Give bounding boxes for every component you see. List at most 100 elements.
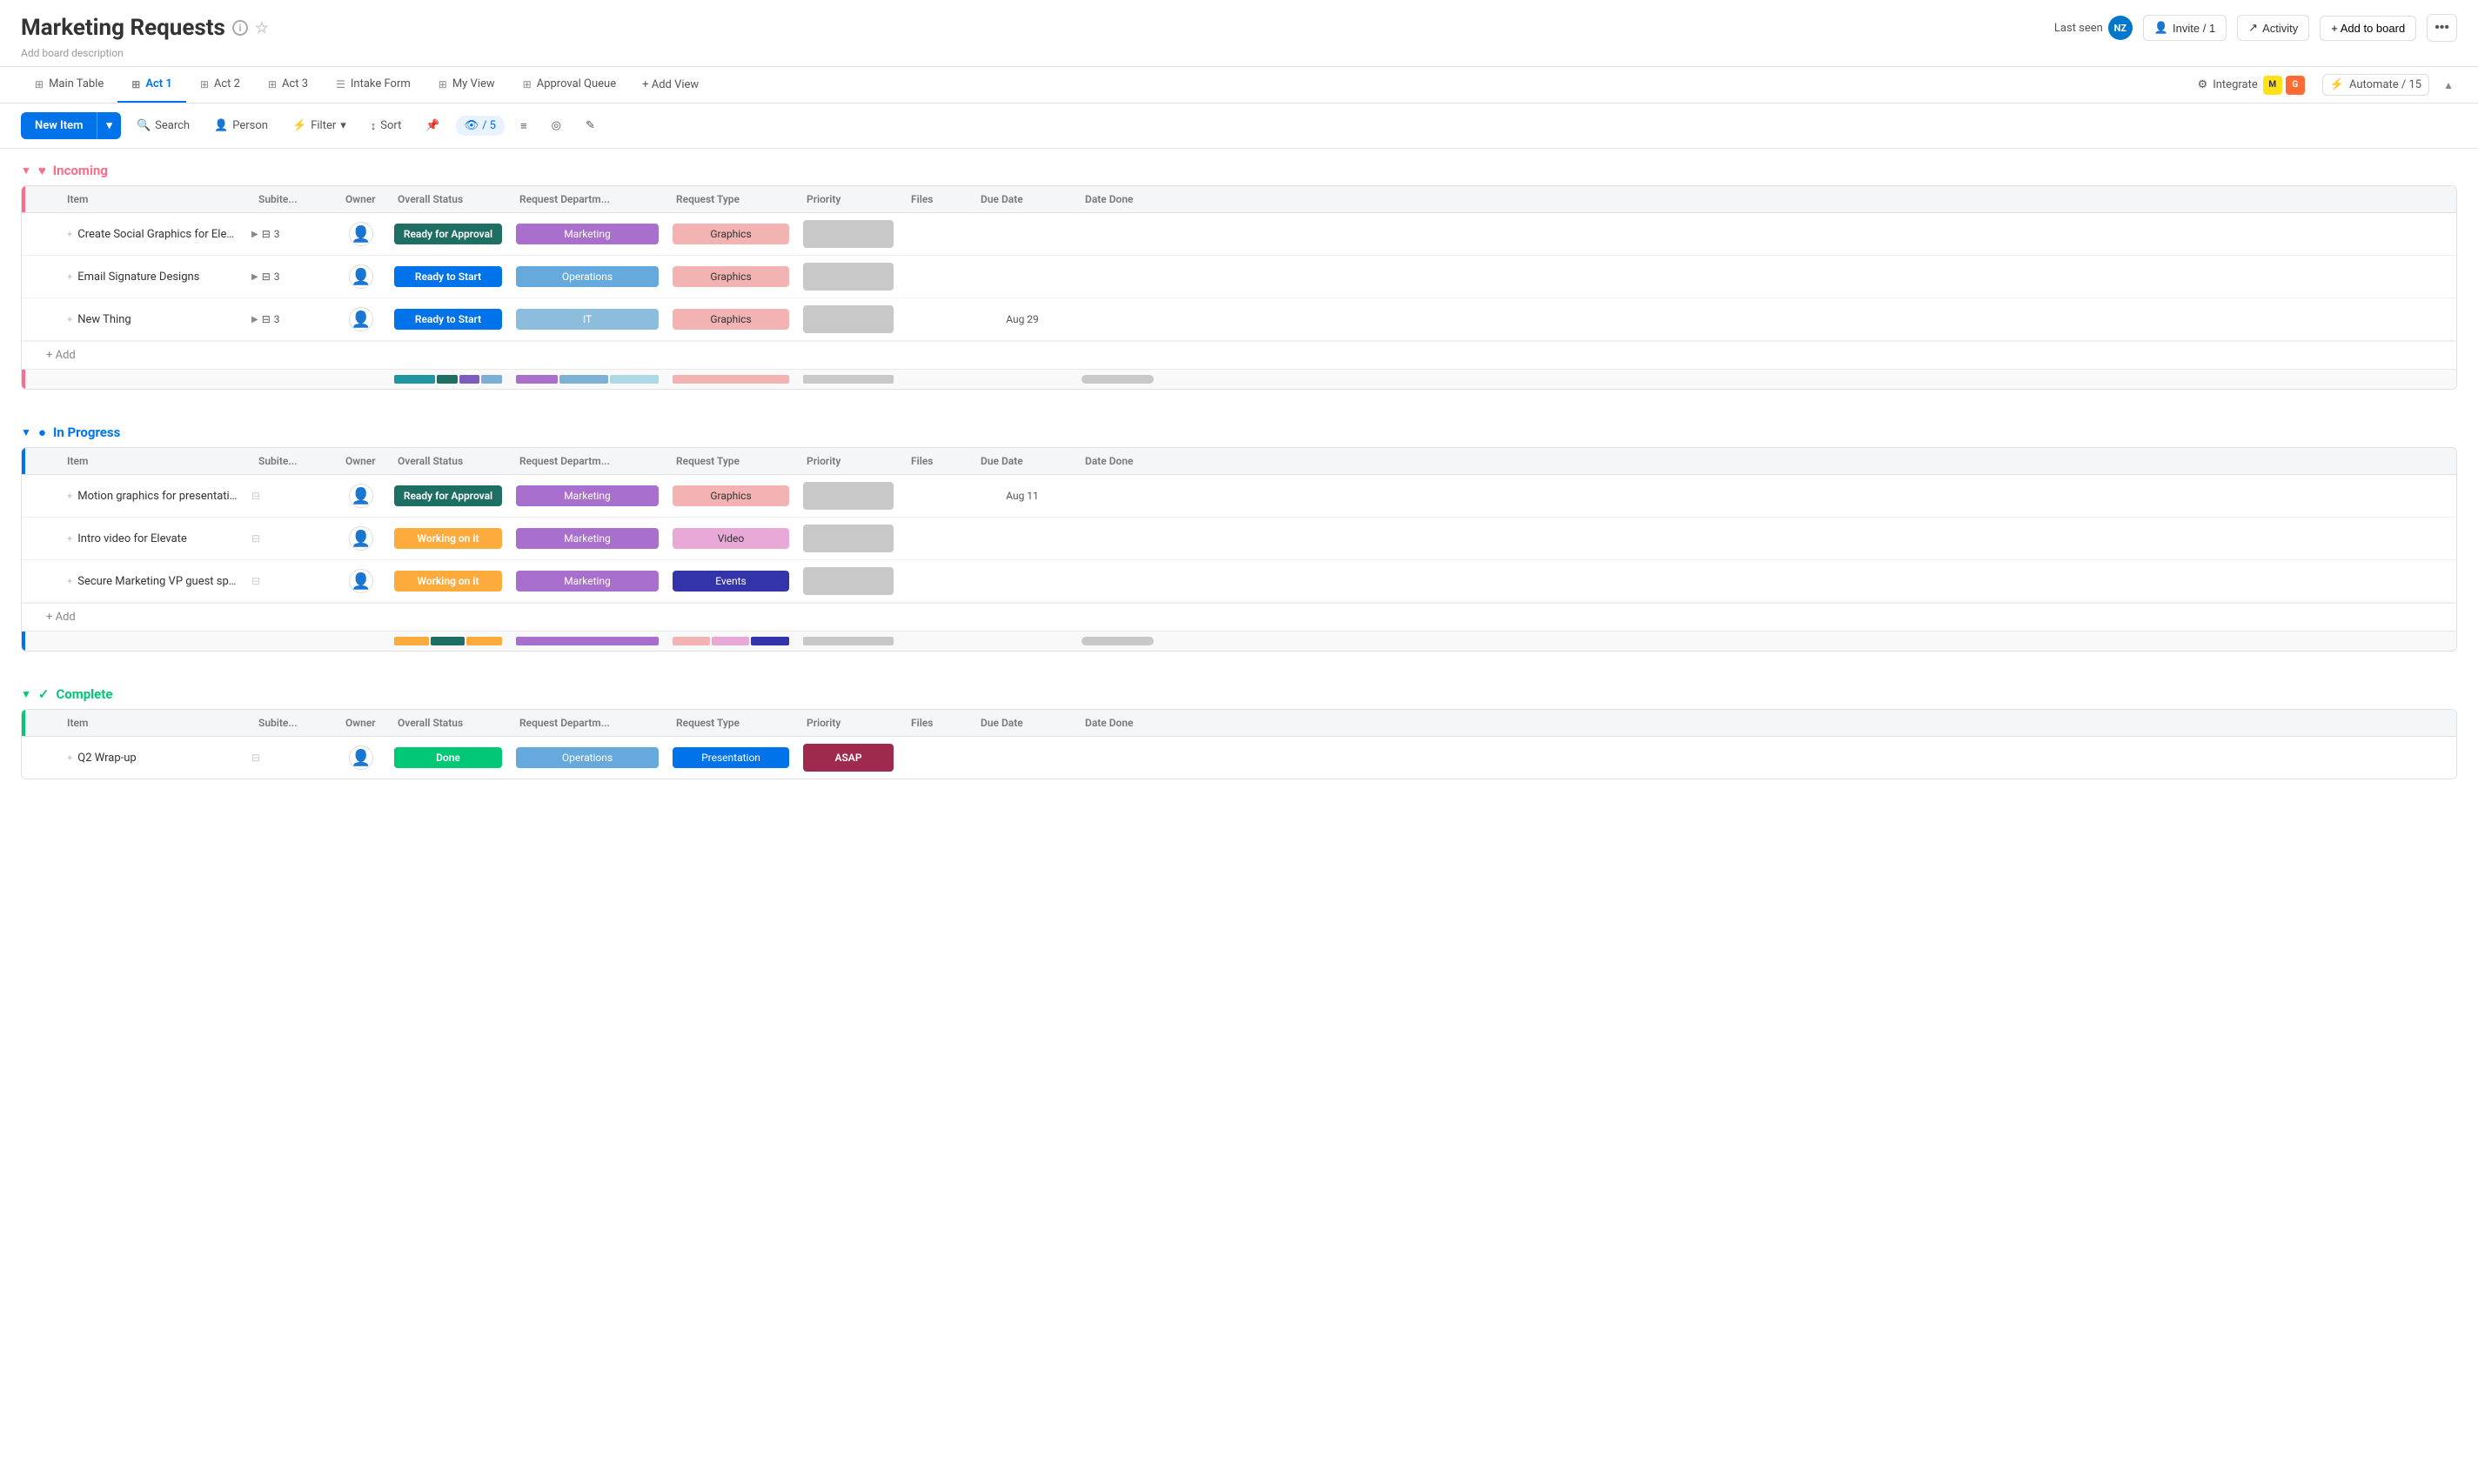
row-status[interactable]: Ready for Approval xyxy=(387,480,509,511)
row-priority[interactable]: ASAP xyxy=(796,737,901,779)
col-header-datedone: Date Done xyxy=(1075,186,1179,212)
expand-arrow-incoming[interactable]: ▼ xyxy=(21,164,31,177)
table-header-incoming: Item Subite... Owner Overall Status Requ… xyxy=(22,186,2456,213)
star-icon[interactable]: ☆ xyxy=(255,19,269,37)
row-status[interactable]: Ready to Start xyxy=(387,304,509,335)
row-subitem[interactable]: ⊟ xyxy=(248,568,335,594)
col-header-reqtype: Request Type xyxy=(666,710,796,736)
row-status[interactable]: Ready to Start xyxy=(387,261,509,292)
automate-button[interactable]: ⚡ Automate / 15 xyxy=(2322,74,2429,96)
add-row-incoming[interactable]: + Add xyxy=(22,341,2456,369)
person-filter-button[interactable]: 👤 Person xyxy=(205,114,277,137)
expand-arrow-inprogress[interactable]: ▼ xyxy=(21,426,31,438)
row-priority[interactable] xyxy=(796,475,901,517)
row-dept[interactable]: Operations xyxy=(509,261,666,292)
tab-my-view[interactable]: ⊞ My View xyxy=(425,67,509,103)
row-owner[interactable]: 👤 xyxy=(335,477,387,515)
row-item-name[interactable]: + Motion graphics for presentations xyxy=(57,483,248,510)
tab-act3[interactable]: ⊞ Act 3 xyxy=(254,67,322,103)
row-status[interactable]: Done xyxy=(387,742,509,773)
hidden-columns-badge[interactable]: 👁 / 5 xyxy=(456,116,505,136)
row-reqtype[interactable]: Graphics xyxy=(666,261,796,292)
add-subitem-icon[interactable]: + xyxy=(67,533,72,545)
row-priority[interactable] xyxy=(796,256,901,297)
row-reqtype[interactable]: Graphics xyxy=(666,218,796,250)
row-dept[interactable]: Marketing xyxy=(509,218,666,250)
add-row-inprogress[interactable]: + Add xyxy=(22,603,2456,631)
row-priority[interactable] xyxy=(796,518,901,559)
row-subitem[interactable]: ▶ ⊟ 3 xyxy=(248,306,335,332)
subitem-icon: ⊟ xyxy=(262,228,271,240)
row-status[interactable]: Working on it xyxy=(387,523,509,554)
tab-main-table[interactable]: ⊞ Main Table xyxy=(21,67,117,103)
row-subitem[interactable]: ⊟ xyxy=(248,483,335,509)
row-subitem[interactable]: ▶ ⊟ 3 xyxy=(248,221,335,247)
row-dept[interactable]: Marketing xyxy=(509,523,666,554)
row-item-name[interactable]: + Q2 Wrap-up xyxy=(57,745,248,772)
new-item-button[interactable]: New Item ▾ xyxy=(21,112,121,139)
row-owner[interactable]: 👤 xyxy=(335,215,387,253)
tab-act1[interactable]: ⊞ Act 1 xyxy=(117,67,186,103)
row-owner[interactable]: 👤 xyxy=(335,300,387,338)
collapse-button[interactable]: ▲ xyxy=(2440,76,2457,95)
more-options-button[interactable]: ••• xyxy=(2427,14,2457,42)
row-item-name[interactable]: + Email Signature Designs xyxy=(57,264,248,291)
row-dept[interactable]: IT xyxy=(509,304,666,335)
expand-arrow-complete[interactable]: ▼ xyxy=(21,688,31,700)
row-owner[interactable]: 👤 xyxy=(335,257,387,296)
row-reqtype[interactable]: Events xyxy=(666,565,796,597)
row-owner[interactable]: 👤 xyxy=(335,562,387,600)
row-item-name[interactable]: + Secure Marketing VP guest spea... xyxy=(57,568,248,595)
add-subitem-icon[interactable]: + xyxy=(67,752,72,764)
group-by-button[interactable]: ≡ xyxy=(512,114,536,138)
row-owner[interactable]: 👤 xyxy=(335,519,387,558)
row-subitem[interactable]: ▶ ⊟ 3 xyxy=(248,264,335,290)
add-to-board-button[interactable]: + Add to board xyxy=(2320,16,2416,41)
row-duedate: Aug 29 xyxy=(970,306,1075,332)
add-subitem-icon[interactable]: + xyxy=(67,314,72,325)
sort-button[interactable]: ↕ Sort xyxy=(362,114,411,138)
row-priority[interactable] xyxy=(796,213,901,255)
search-button[interactable]: 🔍 Search xyxy=(128,114,198,137)
row-dept[interactable]: Marketing xyxy=(509,480,666,511)
row-status[interactable]: Working on it xyxy=(387,565,509,597)
row-item-name[interactable]: + Intro video for Elevate xyxy=(57,525,248,552)
add-subitem-icon[interactable]: + xyxy=(67,576,72,587)
filter-button[interactable]: ⚡ Filter ▾ xyxy=(284,114,355,137)
tab-act2[interactable]: ⊞ Act 2 xyxy=(186,67,254,103)
row-priority[interactable] xyxy=(796,298,901,340)
row-reqtype[interactable]: Video xyxy=(666,523,796,554)
new-item-dropdown-arrow[interactable]: ▾ xyxy=(97,112,121,139)
row-dept[interactable]: Marketing xyxy=(509,565,666,597)
add-view-button[interactable]: + Add View xyxy=(630,70,711,100)
formula-button[interactable]: ◎ xyxy=(543,114,570,137)
activity-button[interactable]: ↗ Activity xyxy=(2237,15,2309,41)
row-duedate xyxy=(970,227,1075,241)
row-reqtype[interactable]: Presentation xyxy=(666,742,796,773)
row-reqtype[interactable]: Graphics xyxy=(666,480,796,511)
row-subitem[interactable]: ⊟ xyxy=(248,745,335,771)
row-status[interactable]: Ready for Approval xyxy=(387,218,509,250)
edit-button[interactable]: ✎ xyxy=(577,114,604,137)
row-dept[interactable]: Operations xyxy=(509,742,666,773)
tab-approval-queue[interactable]: ⊞ Approval Queue xyxy=(509,67,630,103)
row-item-name[interactable]: + Create Social Graphics for Elevat... xyxy=(57,221,248,248)
row-owner[interactable]: 👤 xyxy=(335,739,387,777)
integrate-button[interactable]: ⚙ Integrate M G xyxy=(2191,72,2312,98)
add-subitem-icon[interactable]: + xyxy=(67,491,72,502)
row-subitem[interactable]: ⊟ xyxy=(248,525,335,551)
tab-intake-form[interactable]: ☰ Intake Form xyxy=(322,67,425,103)
row-item-name[interactable]: + New Thing xyxy=(57,306,248,333)
invite-button[interactable]: 👤 Invite / 1 xyxy=(2143,15,2227,41)
add-subitem-icon[interactable]: + xyxy=(67,271,72,283)
user-avatar: NZ xyxy=(2108,16,2133,40)
row-datedone xyxy=(1075,312,1179,326)
add-subitem-icon[interactable]: + xyxy=(67,229,72,240)
col-header-priority: Priority xyxy=(796,448,901,474)
row-reqtype[interactable]: Graphics xyxy=(666,304,796,335)
col-header-status: Overall Status xyxy=(387,186,509,212)
pin-button[interactable]: 📌 xyxy=(417,114,448,137)
row-priority[interactable] xyxy=(796,560,901,602)
board-description[interactable]: Add board description xyxy=(21,47,2457,59)
info-icon[interactable]: i xyxy=(232,20,248,36)
